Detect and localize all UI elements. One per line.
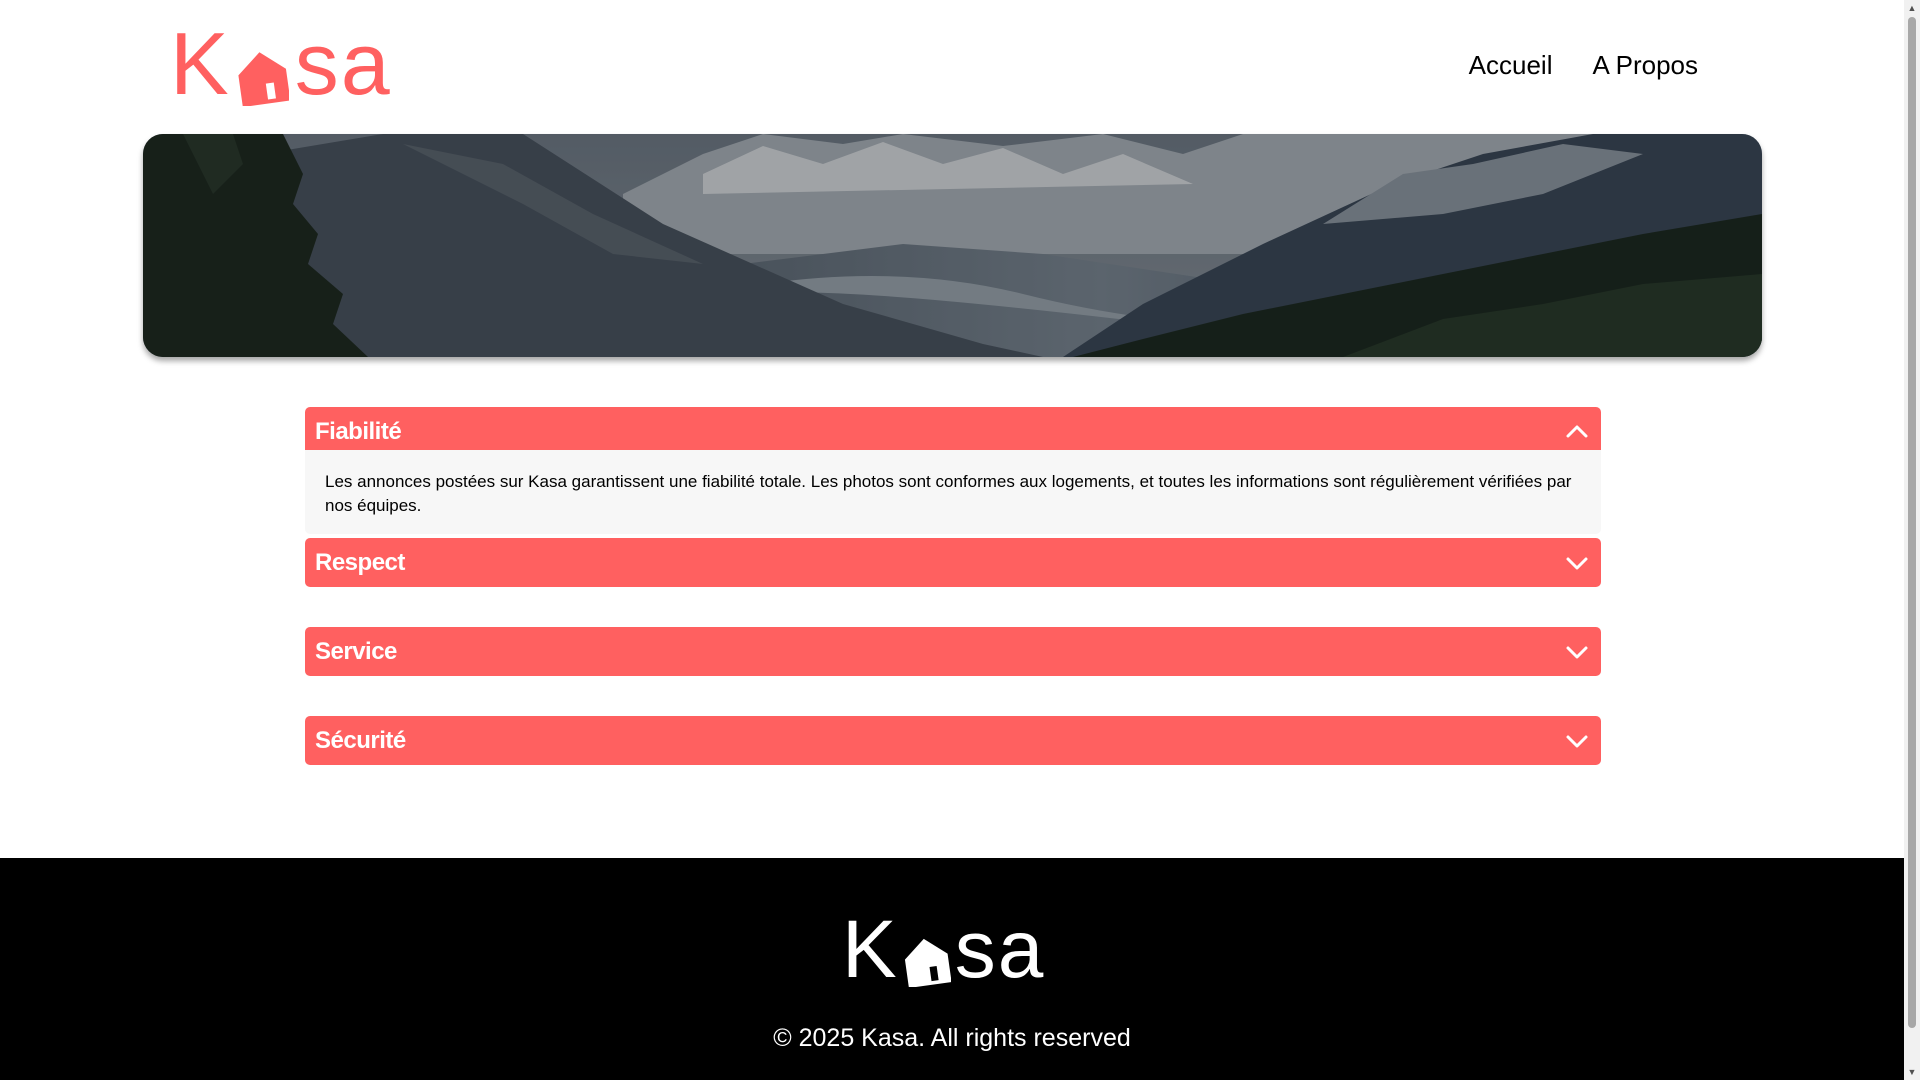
collapse-header-fiabilite[interactable]: Fiabilité <box>305 407 1601 456</box>
collapse-header-service[interactable]: Service <box>305 627 1601 676</box>
logo-letters-sa: sa <box>294 14 392 113</box>
chevron-down-icon[interactable] <box>1565 551 1589 575</box>
collapse-text: Les annonces postées sur Kasa garantisse… <box>325 472 1572 515</box>
kasa-logo[interactable]: K sa <box>170 14 392 113</box>
collapse-title: Sécurité <box>315 726 406 754</box>
chevron-up-icon[interactable] <box>1565 420 1589 444</box>
chevron-down-icon[interactable] <box>1565 729 1589 753</box>
collapse-header-securite[interactable]: Sécurité <box>305 716 1601 765</box>
scroll-down-arrow-icon[interactable]: ▼ <box>1904 1064 1920 1080</box>
main-nav: Accueil A Propos <box>1469 50 1698 81</box>
logo-letter-k: K <box>842 904 899 995</box>
collapse-title: Service <box>315 637 397 665</box>
collapse-title: Respect <box>315 548 405 576</box>
collapse-fiabilite: Fiabilité Les annonces postées sur Kasa … <box>305 407 1601 534</box>
logo-letter-k: K <box>170 14 231 113</box>
chevron-down-icon[interactable] <box>1565 640 1589 664</box>
page-scrollbar[interactable]: ▲ ▼ <box>1904 0 1920 1080</box>
collapse-content-fiabilite: Les annonces postées sur Kasa garantisse… <box>305 450 1601 534</box>
scrollbar-thumb[interactable] <box>1908 17 1916 1028</box>
collapse-respect: Respect <box>305 538 1601 587</box>
copyright-text: © 2025 Kasa. All rights reserved <box>773 1024 1131 1052</box>
house-icon <box>904 938 951 987</box>
logo-letters-sa: sa <box>954 904 1046 995</box>
footer: K sa © 2025 Kasa. All rights reserved <box>0 858 1904 1080</box>
nav-link-accueil[interactable]: Accueil <box>1469 50 1553 81</box>
mountain-landscape-image <box>143 134 1762 357</box>
collapse-securite: Sécurité <box>305 716 1601 765</box>
values-collapses: Fiabilité Les annonces postées sur Kasa … <box>305 407 1601 805</box>
collapse-header-respect[interactable]: Respect <box>305 538 1601 587</box>
header: K sa Accueil A Propos <box>0 0 1904 134</box>
about-banner <box>143 134 1762 357</box>
collapse-service: Service <box>305 627 1601 676</box>
scroll-up-arrow-icon[interactable]: ▲ <box>1904 0 1920 16</box>
nav-link-a-propos[interactable]: A Propos <box>1592 50 1698 81</box>
footer-kasa-logo: K sa <box>842 904 1046 995</box>
collapse-title: Fiabilité <box>315 417 402 445</box>
house-icon <box>238 52 289 106</box>
